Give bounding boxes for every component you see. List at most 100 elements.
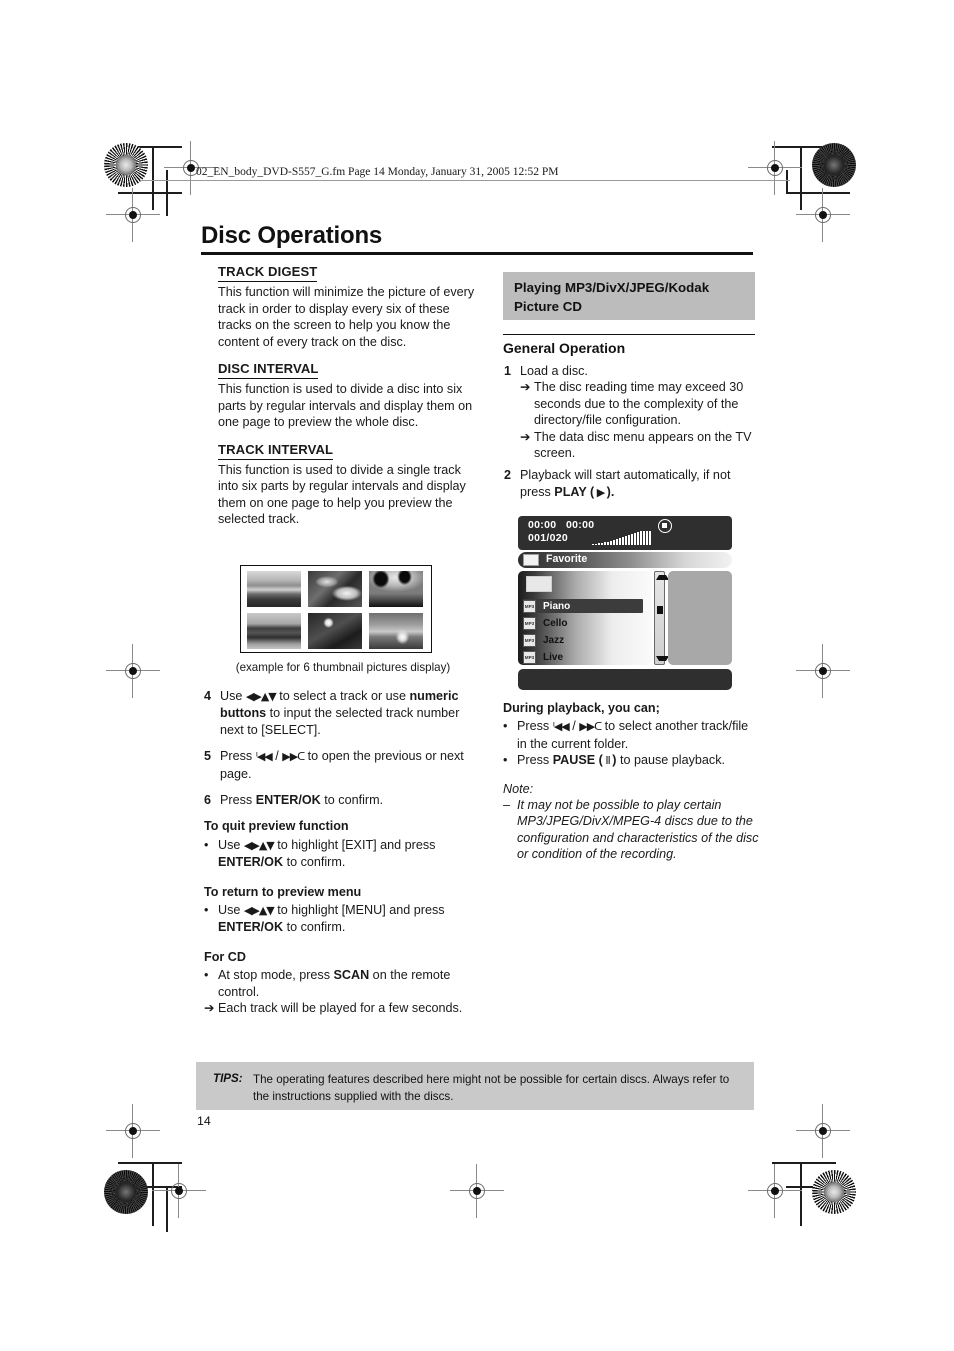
section-heading: DISC INTERVAL <box>218 361 319 380</box>
step-number: 6 <box>204 793 212 808</box>
registration-mark-right-lower <box>796 1104 850 1158</box>
osd-track-counter: 001/020 <box>528 532 569 544</box>
emphasis-text: ). <box>606 484 615 499</box>
step-text: Use ◀▶▲▼ to select a track or use numeri… <box>220 688 482 738</box>
osd-file-row[interactable]: MP3 Cello <box>523 616 567 630</box>
registration-mark-left-lower <box>106 1104 160 1158</box>
step-text: Press ENTER/OK to confirm. <box>220 792 482 808</box>
level-meter-bar <box>646 531 648 545</box>
osd-file-row[interactable]: MP3 Live <box>523 650 563 664</box>
level-meter-bar <box>634 533 636 545</box>
run-text: to highlight [EXIT] and press <box>273 837 436 852</box>
run-text: The disc reading time may exceed 30 seco… <box>534 380 744 428</box>
registration-mark-right-upper <box>796 188 850 242</box>
dash-icon: – <box>503 798 511 813</box>
step-text: Playback will start automatically, if no… <box>520 467 760 501</box>
print-rosette-bottom-right <box>812 1170 856 1214</box>
button-glyph-icon: ◀▶▲▼ <box>243 904 275 918</box>
arrow-result-text: Each track will be played for a few seco… <box>218 1000 482 1016</box>
numbered-step: 1 Load a disc. ➔ The disc reading time may … <box>504 363 760 461</box>
note-block: Note: – It may not be possible to play cer… <box>503 781 759 863</box>
thumbnail-palm-trees-silhouette <box>369 571 423 607</box>
button-glyph-icon: ᑊ◀◀ <box>255 750 273 764</box>
run-text: At stop mode, press <box>218 968 334 983</box>
doc-subsection: To quit preview function • Use ◀▶▲▼ to hig… <box>204 818 482 870</box>
run-text: Press <box>220 749 256 764</box>
print-rosette-bottom-left <box>104 1170 148 1214</box>
run-text: Load a disc. <box>520 364 588 378</box>
note-item-text: It may not be possible to play certain M… <box>517 798 759 862</box>
general-operation-heading: General Operation <box>503 340 626 356</box>
osd-file-name: Live <box>543 651 564 663</box>
emphasis-text: SCAN <box>333 968 370 983</box>
scrollbar-thumb[interactable] <box>656 606 663 614</box>
run-text: to select a track or use <box>275 689 410 703</box>
step-number: 2 <box>504 468 512 483</box>
crop-mark-bottom-left-v <box>152 1162 154 1226</box>
thumbnail-example-figure <box>240 565 432 653</box>
level-meter-bar <box>610 541 612 545</box>
osd-file-list[interactable]: MP3 Piano MP3 Cello MP3 Jazz MP3 Live <box>518 571 652 665</box>
arrow-result-row: ➔ Each track will be played for a few sec… <box>204 1000 482 1016</box>
run-text: to confirm. <box>283 920 346 935</box>
crop-mark-top-right-h2 <box>786 192 850 194</box>
step-number: 4 <box>204 689 212 703</box>
run-text: Each track will be played for a few seco… <box>218 1001 463 1016</box>
bullet-text: Press PAUSE ( Ⅱ ) to pause playback. <box>517 752 759 769</box>
step-number: 5 <box>204 749 212 764</box>
run-text: Use <box>218 903 244 918</box>
bullet-row: • At stop mode, press SCAN on the remote … <box>204 967 482 1000</box>
crop-mark-top-left-h2 <box>118 192 182 194</box>
arrow-icon: ➔ <box>520 429 531 444</box>
run-text: / <box>568 719 580 734</box>
osd-scrollbar[interactable] <box>654 571 669 665</box>
section-body: This function is used to divide a single… <box>218 463 466 527</box>
doc-subsection: For CD • At stop mode, press SCAN on the r… <box>204 949 482 1017</box>
osd-time-display: 00:00 00:00 <box>528 519 594 531</box>
bullet-row: • Press PAUSE ( Ⅱ ) to pause playback. <box>503 752 759 769</box>
step-text: Load a disc. ➔ The disc reading time may e… <box>520 363 760 461</box>
thumbnail-seascape-horizon <box>247 571 301 607</box>
arrow-result-text: The disc reading time may exceed 30 seco… <box>534 379 760 428</box>
osd-file-row[interactable]: MP3 Piano <box>523 599 643 613</box>
doc-subsection: To return to preview menu • Use ◀▶▲▼ to hi… <box>204 884 482 936</box>
osd-level-meter <box>592 531 652 545</box>
bullet-text: Use ◀▶▲▼ to highlight [EXIT] and press E… <box>218 837 482 871</box>
right-column-lower: During playback, you can; • Press ᑊ◀◀ / ▶▶… <box>503 700 759 874</box>
section-body: This function is used to divide a disc i… <box>218 382 473 430</box>
osd-folder-bar[interactable]: Favorite <box>518 552 732 568</box>
level-meter-bar <box>604 542 606 545</box>
note-label: Note: <box>503 781 534 796</box>
button-glyph-icon: Ⅱ <box>602 754 613 768</box>
level-meter-bar <box>622 537 624 545</box>
figure-caption: (example for 6 thumbnail pictures displa… <box>235 661 451 674</box>
level-meter-bar <box>640 531 642 545</box>
bullet-icon: • <box>204 968 209 983</box>
run-text: to confirm. <box>320 793 384 808</box>
osd-file-row[interactable]: MP3 Jazz <box>523 633 564 647</box>
run-text: Press <box>517 753 553 768</box>
step-text: Press ᑊ◀◀ / ▶▶ᑕ to open the previous or … <box>220 748 482 782</box>
registration-mark-top-right <box>748 141 802 195</box>
arrow-result-row: ➔ The disc reading time may exceed 30 sec… <box>520 379 760 428</box>
run-text: to confirm. <box>283 855 346 870</box>
bullet-icon: • <box>204 837 209 852</box>
osd-parent-folder-cell[interactable] <box>526 576 552 592</box>
crop-mark-bottom-right-h <box>772 1162 836 1164</box>
run-text: Press <box>220 793 256 808</box>
doc-section: TRACK INTERVAL This function is used to d… <box>218 442 480 528</box>
section-heading: TRACK DIGEST <box>218 264 318 283</box>
run-text: / <box>271 749 283 764</box>
button-glyph-icon: ▶▶ᑕ <box>579 720 602 734</box>
run-text: to highlight [MENU] and press <box>273 903 445 918</box>
osd-preview-pane <box>668 571 732 665</box>
button-glyph-icon: ◀▶▲▼ <box>245 690 277 703</box>
dvd-osd-screenshot: 00:00 00:00 001/020 Favorite MP3 Piano MP3… <box>516 516 736 691</box>
level-meter-bar <box>598 543 600 545</box>
doc-section: TRACK DIGEST This function will minimize … <box>218 264 480 350</box>
level-meter-bar <box>628 535 630 545</box>
run-text: Use <box>218 837 244 852</box>
bullet-text: At stop mode, press SCAN on the remote c… <box>218 967 482 1000</box>
registration-mark-bottom-left <box>152 1164 206 1218</box>
button-glyph-icon: ▶ <box>594 485 607 499</box>
